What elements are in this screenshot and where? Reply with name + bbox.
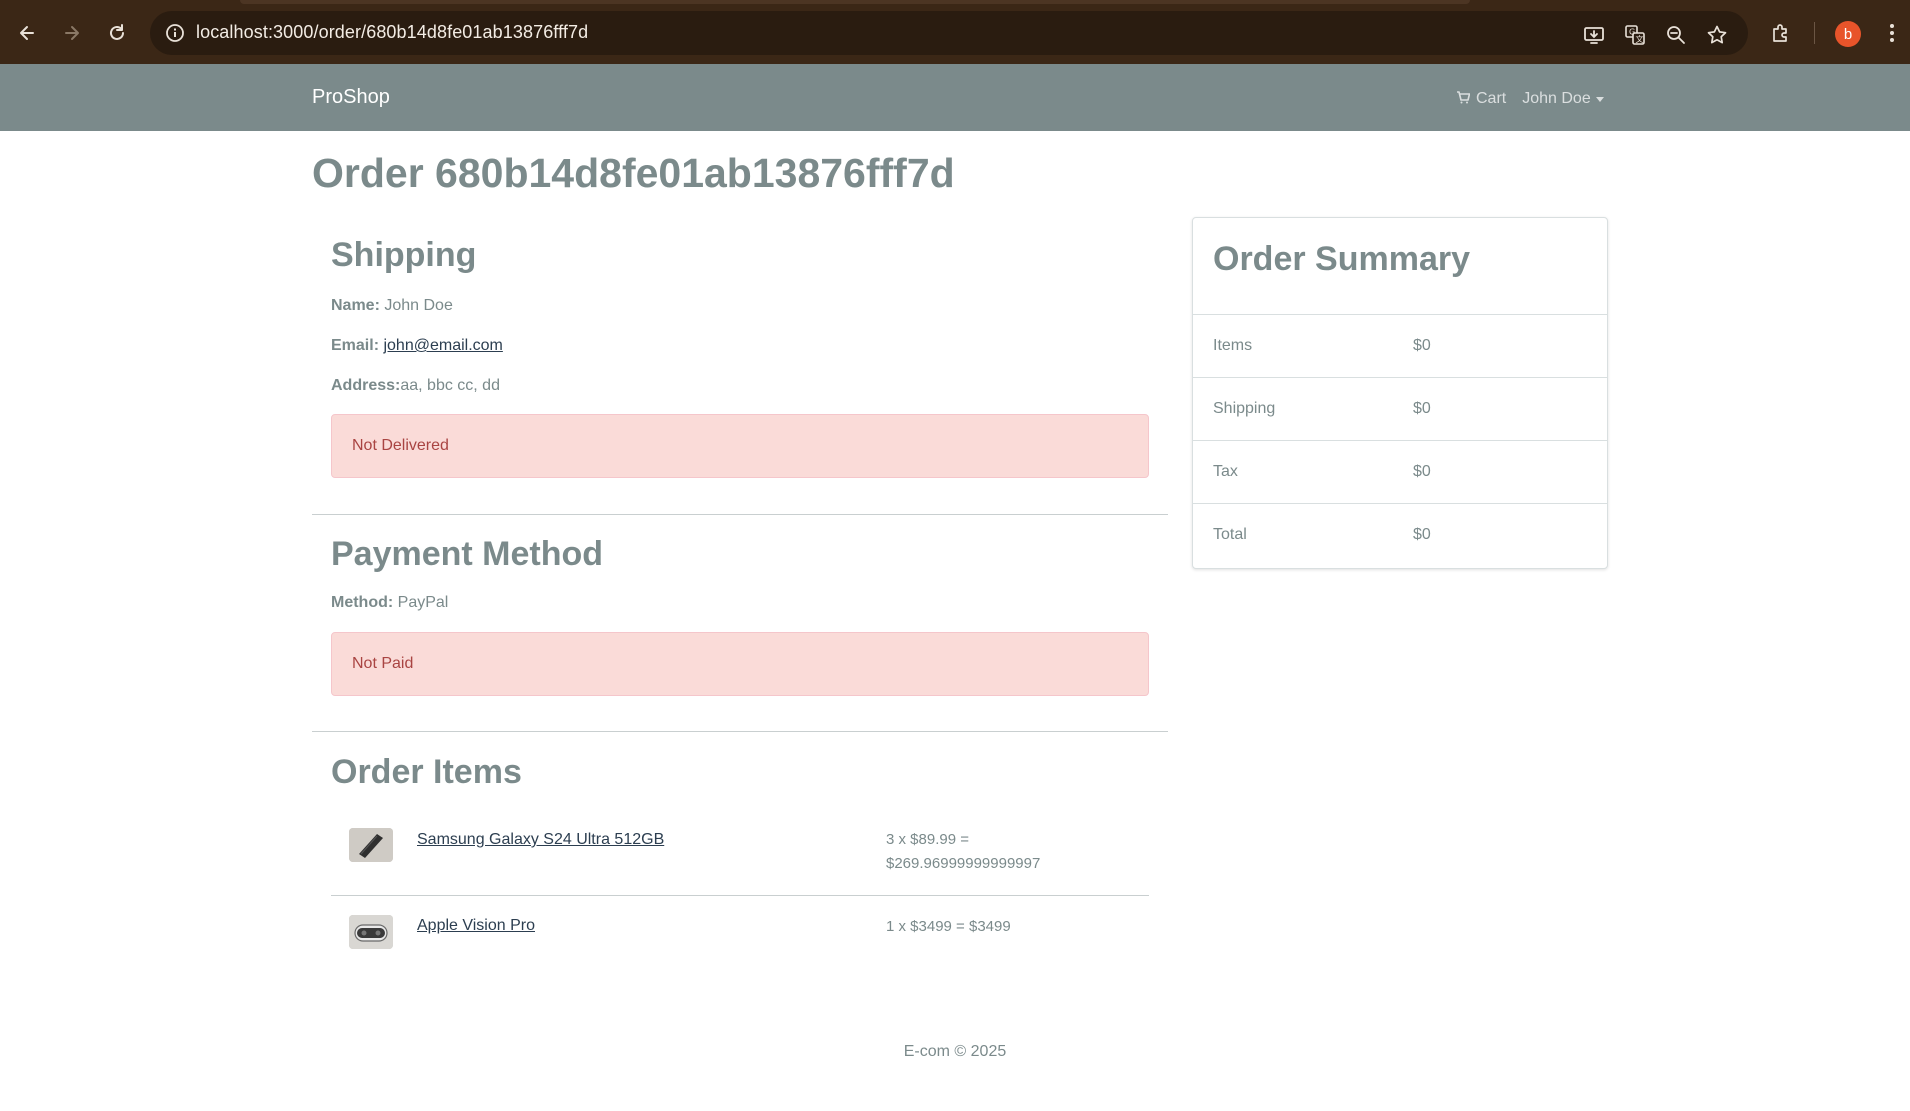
name-label: Name: <box>331 297 380 314</box>
summary-row-tax: Tax $0 <box>1193 441 1607 504</box>
site-info-icon[interactable] <box>164 22 186 44</box>
address-label: Address: <box>331 377 401 394</box>
item-price: 1 x $3499 = $3499 <box>886 915 1086 939</box>
email-link[interactable]: john@email.com <box>383 337 502 354</box>
extensions-icon[interactable] <box>1768 20 1794 46</box>
summary-row-shipping: Shipping $0 <box>1193 378 1607 441</box>
translate-icon[interactable]: G文 <box>1623 23 1647 47</box>
item-price-line: 3 x $89.99 = <box>886 831 969 848</box>
item-price: 3 x $89.99 = $269.96999999999997 <box>886 828 1086 876</box>
toolbar-divider <box>1814 22 1815 44</box>
payment-heading: Payment Method <box>331 535 604 573</box>
order-summary-header: Order Summary <box>1193 218 1607 315</box>
shipping-heading: Shipping <box>331 236 477 274</box>
zoom-icon[interactable] <box>1664 23 1688 47</box>
shipping-email: Email: john@email.com <box>331 337 503 355</box>
payment-method: Method: PayPal <box>331 594 448 612</box>
summary-row-total: Total $0 <box>1193 504 1607 567</box>
product-thumbnail <box>349 915 393 949</box>
tab-strip <box>240 0 1470 4</box>
order-item-row: Apple Vision Pro 1 x $3499 = $3499 <box>331 906 1149 986</box>
install-app-icon[interactable] <box>1582 23 1606 47</box>
item-price-line: 1 x $3499 = $3499 <box>886 918 1011 935</box>
delivery-status-alert: Not Delivered <box>331 414 1149 478</box>
summary-label: Shipping <box>1213 400 1276 417</box>
email-label: Email: <box>331 337 380 354</box>
section-divider <box>312 514 1168 515</box>
brand-logo[interactable]: ProShop <box>312 86 390 109</box>
user-dropdown[interactable]: John Doe <box>1522 90 1604 108</box>
method-label: Method: <box>331 594 394 611</box>
section-divider <box>312 731 1168 732</box>
shipping-name: Name: John Doe <box>331 297 453 315</box>
footer-copyright: E-com © 2025 <box>903 1043 1007 1060</box>
product-link[interactable]: Samsung Galaxy S24 Ultra 512GB <box>417 831 664 849</box>
reload-icon[interactable] <box>102 18 132 48</box>
url-text[interactable]: localhost:3000/order/680b14d8fe01ab13876… <box>196 22 588 43</box>
product-link[interactable]: Apple Vision Pro <box>417 917 535 935</box>
order-items-heading: Order Items <box>331 753 522 791</box>
address-value: aa, bbc cc, dd <box>400 377 500 394</box>
svg-text:文: 文 <box>1636 34 1644 44</box>
browser-toolbar: localhost:3000/order/680b14d8fe01ab13876… <box>0 0 1910 64</box>
product-thumbnail <box>349 828 393 862</box>
summary-row-items: Items $0 <box>1193 315 1607 378</box>
page-title: Order 680b14d8fe01ab13876fff7d <box>312 150 955 196</box>
svg-text:G: G <box>1629 28 1635 37</box>
address-bar[interactable]: localhost:3000/order/680b14d8fe01ab13876… <box>150 11 1748 55</box>
navbar-right: Cart John Doe <box>1456 88 1604 110</box>
item-divider <box>331 895 1149 896</box>
forward-icon[interactable] <box>57 18 87 48</box>
summary-value: $0 <box>1413 337 1431 354</box>
summary-label: Items <box>1213 337 1253 354</box>
item-price-line: $269.96999999999997 <box>886 855 1041 872</box>
user-name-label: John Doe <box>1522 90 1591 107</box>
cart-label: Cart <box>1476 90 1507 107</box>
app-navbar: ProShop Cart John Doe <box>0 64 1910 131</box>
summary-value: $0 <box>1413 526 1431 543</box>
shipping-address: Address:aa, bbc cc, dd <box>331 377 500 395</box>
name-value: John Doe <box>384 297 453 314</box>
order-summary-heading: Order Summary <box>1213 240 1470 278</box>
cart-link[interactable]: Cart <box>1456 90 1506 109</box>
order-summary-card: Order Summary Items $0 Shipping $0 Tax $… <box>1192 217 1608 569</box>
summary-label: Tax <box>1213 463 1238 480</box>
profile-avatar[interactable]: b <box>1835 21 1861 47</box>
summary-value: $0 <box>1413 463 1431 480</box>
summary-value: $0 <box>1413 400 1431 417</box>
chevron-down-icon <box>1595 96 1604 102</box>
bookmark-star-icon[interactable] <box>1705 23 1729 47</box>
browser-menu-icon[interactable] <box>1879 20 1905 46</box>
order-item-row: Samsung Galaxy S24 Ultra 512GB 3 x $89.9… <box>331 818 1149 898</box>
back-icon[interactable] <box>12 18 42 48</box>
summary-label: Total <box>1213 526 1247 543</box>
cart-icon <box>1456 90 1471 109</box>
method-value: PayPal <box>397 594 449 611</box>
payment-status-alert: Not Paid <box>331 632 1149 696</box>
